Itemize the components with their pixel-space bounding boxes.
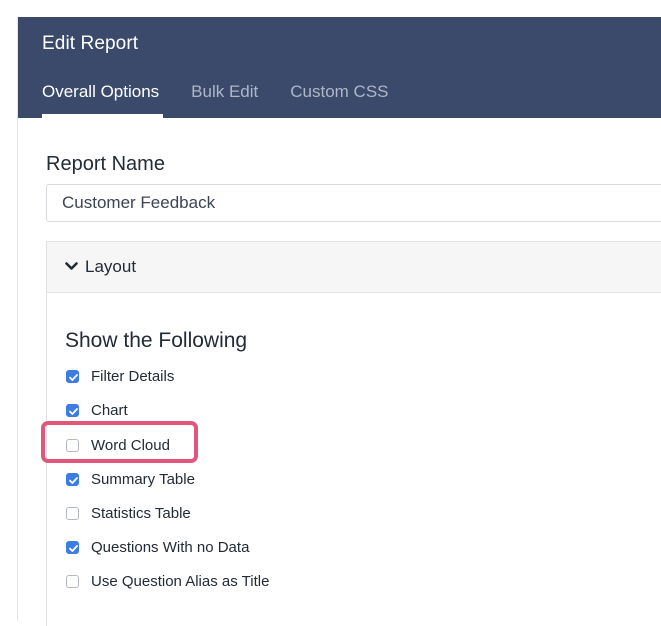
tab-label: Overall Options	[42, 82, 160, 101]
option-label: Use Question Alias as Title	[91, 572, 270, 590]
chevron-down-icon	[65, 262, 78, 270]
checkbox-unchecked[interactable]	[66, 506, 79, 520]
check-icon	[69, 407, 78, 415]
option-label: Questions With no Data	[91, 538, 250, 556]
layout-section-toggle[interactable]: Layout	[47, 242, 661, 293]
checkbox-unchecked[interactable]	[66, 438, 79, 452]
option-chart[interactable]: Chart	[66, 399, 128, 421]
report-name-input[interactable]	[46, 184, 661, 222]
option-use-question-alias[interactable]: Use Question Alias as Title	[66, 570, 269, 592]
option-label: Filter Details	[91, 367, 175, 385]
checkbox-checked[interactable]	[66, 540, 79, 554]
option-filter-details[interactable]: Filter Details	[66, 365, 174, 387]
option-statistics-table[interactable]: Statistics Table	[66, 502, 191, 524]
option-word-cloud[interactable]: Word Cloud	[66, 434, 170, 456]
tab-bulk-edit[interactable]: Bulk Edit	[191, 81, 258, 118]
checkbox-checked[interactable]	[66, 403, 79, 417]
tab-label: Custom CSS	[290, 82, 389, 101]
option-label: Summary Table	[91, 470, 195, 488]
page-title: Edit Report	[42, 33, 139, 54]
option-label: Word Cloud	[91, 436, 170, 454]
check-icon	[69, 476, 78, 484]
tab-custom-css[interactable]: Custom CSS	[290, 81, 388, 118]
option-label: Chart	[91, 401, 128, 419]
option-label: Statistics Table	[91, 504, 191, 522]
option-summary-table[interactable]: Summary Table	[66, 468, 195, 490]
checkbox-checked[interactable]	[66, 369, 79, 383]
report-name-label: Report Name	[46, 153, 165, 175]
check-icon	[69, 544, 78, 552]
tab-bar: Overall Options Bulk Edit Custom CSS	[42, 81, 421, 118]
layout-panel: Layout Show the Following Filter Details…	[46, 241, 661, 626]
tab-label: Bulk Edit	[191, 82, 259, 101]
layout-section-title: Layout	[85, 257, 137, 276]
tab-overall-options[interactable]: Overall Options	[42, 81, 164, 118]
edit-report-window: Edit Report Overall Options Bulk Edit Cu…	[17, 17, 661, 626]
edit-report-header: Edit Report Overall Options Bulk Edit Cu…	[18, 17, 661, 118]
checkbox-unchecked[interactable]	[66, 574, 79, 588]
show-following-heading: Show the Following	[65, 329, 248, 352]
option-questions-with-no-data[interactable]: Questions With no Data	[66, 536, 249, 558]
checkbox-checked[interactable]	[66, 472, 79, 486]
check-icon	[69, 373, 78, 381]
